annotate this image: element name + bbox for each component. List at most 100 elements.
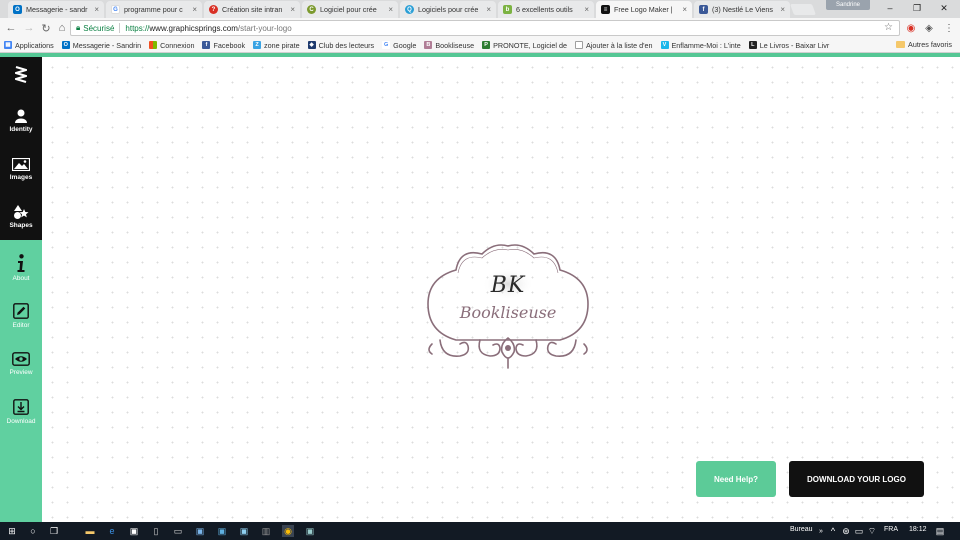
bookmark-item[interactable]: Zzone pirate bbox=[253, 41, 300, 50]
task-view-icon[interactable]: ❐ bbox=[48, 525, 60, 537]
tab-4[interactable]: Q Logiciels pour crée × bbox=[400, 1, 496, 18]
bookmark-item[interactable]: ▦ Applications bbox=[4, 41, 54, 50]
pronote-icon: P bbox=[482, 41, 491, 49]
app-icon[interactable]: ▣ bbox=[304, 525, 316, 537]
sidebar-item-label: About bbox=[12, 275, 30, 282]
app-icon[interactable]: ▣ bbox=[194, 525, 206, 537]
edge-icon[interactable]: e bbox=[106, 525, 118, 537]
bookmark-item[interactable]: L Le Livros - Baixar Livr bbox=[748, 41, 829, 50]
forward-icon[interactable]: → bbox=[22, 21, 36, 35]
close-icon[interactable]: × bbox=[192, 5, 197, 14]
bookmark-label: Applications bbox=[15, 40, 54, 50]
zp-icon: Z bbox=[253, 41, 262, 49]
bookmark-item[interactable]: B Bookliseuse bbox=[424, 41, 474, 50]
image-icon bbox=[12, 157, 30, 171]
chrome-icon[interactable]: ◉ bbox=[282, 525, 294, 537]
bookmark-item[interactable]: ◆ Club des lecteurs bbox=[307, 41, 374, 50]
app-icon[interactable]: ▣ bbox=[238, 525, 250, 537]
reload-icon[interactable]: ↻ bbox=[39, 21, 53, 35]
chevron-right-icon[interactable]: » bbox=[815, 525, 827, 537]
windows-start-icon[interactable]: ⊞ bbox=[6, 525, 18, 537]
close-icon[interactable]: × bbox=[584, 5, 589, 14]
address-bar[interactable]: 🔒︎ Sécurisé https:// www.graphicsprings.… bbox=[70, 20, 900, 36]
menu-icon[interactable]: ⋮ bbox=[942, 21, 956, 35]
book-icon: L bbox=[748, 41, 757, 49]
tab-6[interactable]: ≡ Free Logo Maker | × bbox=[596, 1, 692, 18]
language-indicator[interactable]: FRA bbox=[884, 526, 898, 533]
other-bookmarks[interactable]: Autres favoris bbox=[896, 40, 952, 49]
file-explorer-icon[interactable]: ▬ bbox=[84, 525, 96, 537]
tab-7[interactable]: f (3) Nestlé Le Viens × bbox=[694, 1, 790, 18]
profile-button[interactable]: Sandrine bbox=[826, 0, 870, 10]
bookmark-item[interactable]: V Enflamme-Moi : L'inte bbox=[660, 41, 741, 50]
bookmark-item[interactable]: Connexion bbox=[149, 41, 194, 50]
sidebar-item-download[interactable]: Download bbox=[0, 389, 42, 435]
sidebar-item-preview[interactable]: Preview bbox=[0, 341, 42, 387]
bookmark-star-icon[interactable]: ☆ bbox=[884, 22, 893, 33]
close-icon[interactable]: × bbox=[290, 5, 295, 14]
windows-icon bbox=[149, 41, 158, 49]
bookmark-item[interactable]: G Google bbox=[382, 41, 416, 50]
close-icon[interactable]: × bbox=[682, 5, 687, 14]
bookmark-label: Messagerie - Sandrin bbox=[72, 40, 142, 50]
close-icon[interactable]: × bbox=[94, 5, 99, 14]
bookmark-label: Facebook bbox=[213, 40, 246, 50]
tab-1[interactable]: G programme pour c × bbox=[106, 1, 202, 18]
app-icon[interactable]: ▣ bbox=[216, 525, 228, 537]
wifi-icon[interactable]: ⌔ bbox=[866, 525, 878, 537]
need-help-button[interactable]: Need Help? bbox=[696, 461, 776, 497]
bookmark-label: Connexion bbox=[160, 40, 195, 50]
sidebar-item-label: Editor bbox=[12, 322, 30, 329]
extension-icon[interactable]: ◉ bbox=[904, 21, 918, 35]
help-icon: ? bbox=[209, 5, 218, 14]
tab-0[interactable]: O Messagerie - sandr × bbox=[8, 1, 104, 18]
edit-icon bbox=[13, 303, 29, 319]
close-icon[interactable]: × bbox=[486, 5, 491, 14]
sidebar-item-identity[interactable]: Identity bbox=[0, 98, 42, 144]
tab-title: (3) Nestlé Le Viens bbox=[712, 5, 773, 14]
profile-name: Sandrine bbox=[835, 2, 861, 8]
new-tab-button[interactable] bbox=[789, 4, 817, 15]
tab-title: programme pour c bbox=[124, 5, 183, 14]
bookmark-item[interactable]: O Messagerie - Sandrin bbox=[61, 40, 142, 50]
tab-3[interactable]: C Logiciel pour crée × bbox=[302, 1, 398, 18]
extension-icon[interactable]: ◈ bbox=[922, 21, 936, 35]
bookmark-item[interactable]: P PRONOTE, Logiciel de bbox=[482, 41, 567, 50]
battery-icon[interactable]: ▭ bbox=[853, 525, 865, 537]
search-icon[interactable]: ○ bbox=[27, 525, 39, 537]
bookmark-item[interactable]: f Facebook bbox=[202, 41, 245, 50]
close-icon[interactable]: × bbox=[780, 5, 785, 14]
app-icon[interactable]: ▭ bbox=[172, 525, 184, 537]
clock[interactable]: 18:12 bbox=[909, 526, 927, 533]
notifications-icon[interactable]: ▤ bbox=[934, 525, 946, 537]
home-icon[interactable]: ⌂ bbox=[55, 21, 69, 35]
sidebar-item-editor[interactable]: Editor bbox=[0, 293, 42, 339]
desktop-toolbar-label[interactable]: Bureau bbox=[790, 526, 813, 533]
url-host: www.graphicsprings.com bbox=[149, 23, 238, 33]
back-icon[interactable]: ← bbox=[4, 21, 18, 35]
need-help-label: Need Help? bbox=[713, 474, 758, 484]
store-icon[interactable]: ▣ bbox=[128, 525, 140, 537]
sidebar-item-shapes[interactable]: Shapes bbox=[0, 194, 42, 240]
minimize-icon[interactable]: – bbox=[876, 0, 904, 16]
close-icon[interactable]: × bbox=[388, 5, 393, 14]
app-icon[interactable]: ▥ bbox=[260, 525, 272, 537]
tab-5[interactable]: b 6 excellents outils × bbox=[498, 1, 594, 18]
sidebar-item-label: Shapes bbox=[9, 222, 33, 229]
facebook-icon: f bbox=[202, 41, 211, 49]
download-logo-button[interactable]: DOWNLOAD YOUR LOGO bbox=[789, 461, 924, 497]
secure-label: Sécurisé bbox=[83, 23, 115, 33]
tray-chevron-icon[interactable]: ^ bbox=[827, 525, 839, 537]
graphicsprings-logo-icon[interactable] bbox=[0, 57, 42, 93]
bookmark-item[interactable]: Ajouter à la liste d'en bbox=[575, 41, 653, 50]
tab-2[interactable]: ? Création site intran × bbox=[204, 1, 300, 18]
app-icon[interactable]: ▯ bbox=[150, 525, 162, 537]
restore-icon[interactable]: ❐ bbox=[903, 0, 931, 16]
sidebar-item-label: Preview bbox=[9, 369, 33, 376]
close-window-icon[interactable]: ✕ bbox=[930, 0, 958, 16]
sidebar-item-about[interactable]: About bbox=[0, 245, 42, 291]
network-icon[interactable]: ⊛ bbox=[840, 525, 852, 537]
sidebar-item-images[interactable]: Images bbox=[0, 146, 42, 192]
logo-preview[interactable]: BK Bookliseuse bbox=[420, 240, 596, 374]
shapes-icon bbox=[14, 205, 29, 219]
